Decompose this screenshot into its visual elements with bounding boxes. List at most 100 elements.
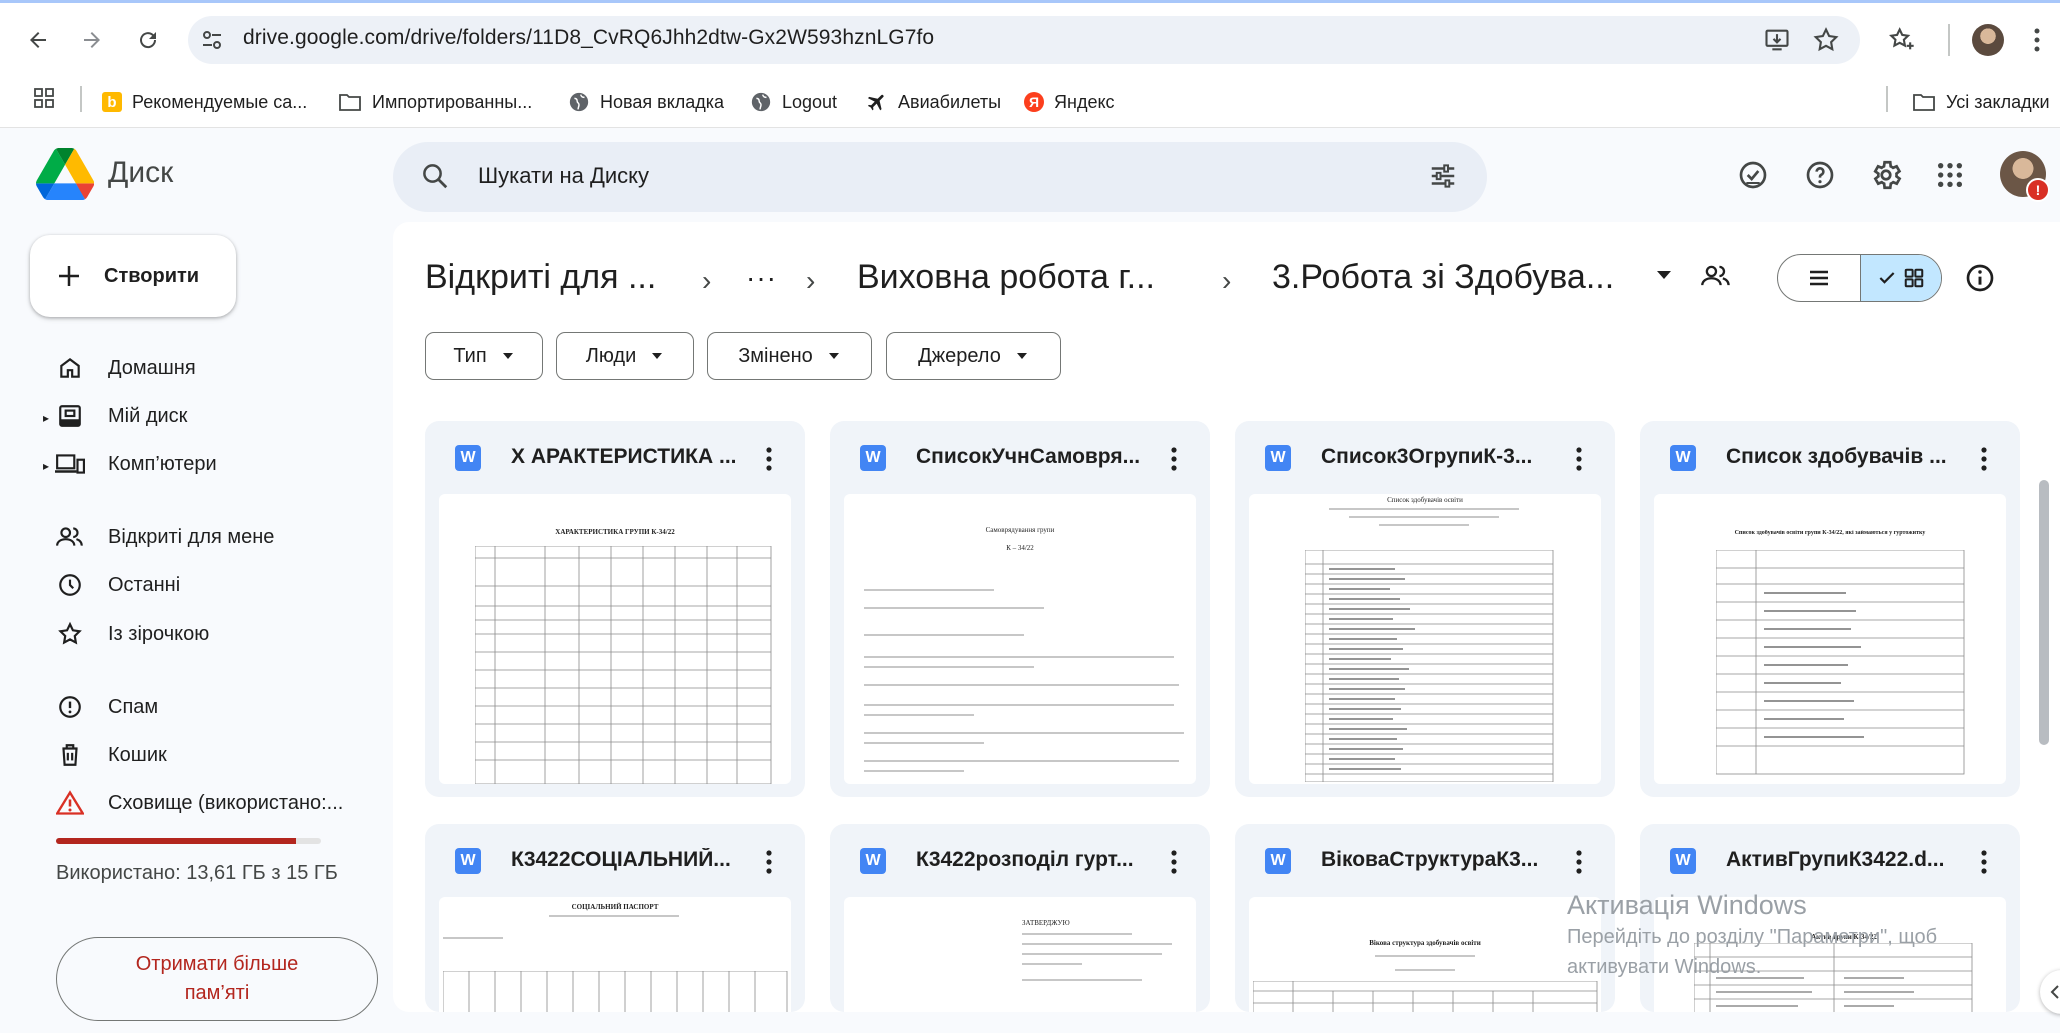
- bookmark-label: Импортированны...: [372, 91, 533, 112]
- folder-menu-arrow-icon[interactable]: [1654, 268, 1674, 282]
- create-label: Створити: [104, 264, 200, 287]
- more-options-icon[interactable]: [1968, 441, 2000, 477]
- star-icon: [40, 621, 100, 647]
- preview-line: [864, 607, 1044, 609]
- file-card[interactable]: W Список3ОгрупиК-3... Список здобувачів …: [1235, 421, 1615, 797]
- preview-line: [864, 704, 1174, 706]
- breadcrumb-item[interactable]: Відкриті для ...: [425, 258, 656, 297]
- bookmark-item[interactable]: Logout: [750, 83, 837, 121]
- sidebar-label: Спам: [108, 695, 159, 718]
- preview-line: [864, 760, 1179, 762]
- arrow-right-icon: [84, 32, 100, 48]
- toolbar-divider: [1948, 24, 1950, 56]
- breadcrumb-item[interactable]: Виховна робота г...: [857, 258, 1155, 297]
- get-more-storage-button[interactable]: Отримати більше пам’яті: [56, 937, 378, 1021]
- bookmark-item[interactable]: b Рекомендуемые са...: [102, 83, 307, 121]
- filter-source-chip[interactable]: Джерело: [886, 332, 1061, 380]
- storage-progress-bar: [56, 838, 321, 844]
- preview-heading: Список здобувачів освіти групи К-34/22, …: [1734, 530, 1926, 536]
- apps-grid-icon[interactable]: [32, 86, 56, 110]
- search-options-icon[interactable]: [1428, 161, 1458, 191]
- preview-line: [1022, 953, 1162, 955]
- dropdown-arrow-icon: [828, 353, 839, 359]
- sidebar-item-starred[interactable]: Із зірочкою: [40, 611, 380, 657]
- more-options-icon[interactable]: [753, 844, 785, 880]
- preview-line: [1329, 508, 1519, 510]
- file-preview: СОЦІАЛЬНИЙ ПАСПОРТ: [439, 897, 791, 1012]
- preview-line: [1375, 955, 1475, 957]
- folder-shared-icon[interactable]: [1700, 262, 1732, 290]
- breadcrumb-current-folder[interactable]: 3.Робота зі Здобува...: [1272, 258, 1614, 297]
- help-icon[interactable]: [1796, 151, 1844, 199]
- more-options-icon[interactable]: [1563, 844, 1595, 880]
- breadcrumb-more[interactable]: ···: [746, 262, 777, 294]
- bookmark-star-icon[interactable]: [1812, 26, 1840, 54]
- preview-line: [1022, 963, 1082, 965]
- file-card[interactable]: W ВіковаСтруктураК3... Вікова структура …: [1235, 824, 1615, 1012]
- site-info-icon[interactable]: [200, 28, 224, 52]
- sidebar-item-spam[interactable]: Спам: [40, 684, 380, 730]
- preview-table: [1253, 981, 1598, 1012]
- file-card[interactable]: W К3422розподіл гурт... ЗАТВЕРДЖУЮ: [830, 824, 1210, 1012]
- file-card[interactable]: W СписокУчнСамовря... Самоврядування гру…: [830, 421, 1210, 797]
- sidebar-item-storage[interactable]: Сховище (використано:...: [40, 780, 380, 826]
- search-input[interactable]: Шукати на Диску: [478, 163, 649, 189]
- sidebar-item-home[interactable]: Домашня: [40, 345, 380, 391]
- bookmark-label: Рекомендуемые са...: [132, 91, 308, 112]
- filter-type-chip[interactable]: Тип: [425, 332, 543, 380]
- drive-logo-icon[interactable]: [36, 148, 94, 200]
- filter-modified-chip[interactable]: Змінено: [707, 332, 872, 380]
- filter-people-chip[interactable]: Люди: [556, 332, 694, 380]
- browser-menu-icon[interactable]: [2032, 26, 2042, 54]
- preview-line: [864, 742, 984, 744]
- preview-line: [864, 589, 994, 591]
- bookmark-item[interactable]: Авиабилеты: [866, 83, 1001, 121]
- file-name: ВіковаСтруктураК3...: [1321, 848, 1539, 871]
- more-options-icon[interactable]: [1968, 844, 2000, 880]
- file-name: Список3ОгрупиК-3...: [1321, 445, 1533, 468]
- reload-button[interactable]: [128, 20, 168, 60]
- details-info-icon[interactable]: [1964, 262, 1996, 294]
- word-doc-icon: W: [455, 848, 481, 874]
- create-button[interactable]: Створити: [30, 235, 236, 317]
- view-toggle[interactable]: [1777, 254, 1942, 302]
- bookmarks-manager-icon[interactable]: [1888, 26, 1916, 54]
- scrollbar-thumb[interactable]: [2039, 480, 2049, 745]
- forward-button[interactable]: [72, 20, 112, 60]
- all-bookmarks-label: Усі закладки: [1946, 91, 2050, 112]
- file-card[interactable]: W К3422СОЦІАЛЬНИЙ... СОЦІАЛЬНИЙ ПАСПОРТ: [425, 824, 805, 1012]
- bookmark-item[interactable]: Новая вкладка: [568, 83, 724, 121]
- filter-label: Змінено: [738, 344, 813, 367]
- sidebar-item-computers[interactable]: Комп’ютери: [40, 441, 380, 487]
- bookmark-item[interactable]: Я Яндекс: [1024, 83, 1115, 121]
- more-options-icon[interactable]: [753, 441, 785, 477]
- preview-table: [1305, 550, 1554, 782]
- preview-line: [864, 656, 1174, 658]
- back-button[interactable]: [18, 20, 58, 60]
- windows-activation-watermark: Активація Windows Перейдіть до розділу "…: [1567, 888, 2037, 982]
- google-apps-icon[interactable]: [1926, 151, 1974, 199]
- file-card[interactable]: W Х АРАКТЕРИСТИКА ... ХАРАКТЕРИСТИКА ГРУ…: [425, 421, 805, 797]
- grid-view-button[interactable]: [1860, 255, 1941, 301]
- word-doc-icon: W: [860, 848, 886, 874]
- all-bookmarks-button[interactable]: Усі закладки: [1912, 83, 2050, 121]
- bookmark-item[interactable]: Импортированны...: [338, 83, 532, 121]
- install-app-icon[interactable]: [1763, 26, 1791, 54]
- search-icon[interactable]: [420, 161, 450, 191]
- sidebar-item-trash[interactable]: Кошик: [40, 732, 380, 778]
- profile-avatar[interactable]: [1972, 24, 2004, 56]
- chevron-right-icon: ›: [806, 265, 816, 296]
- file-card[interactable]: W Список здобувачів ... Список здобувачі…: [1640, 421, 2020, 797]
- offline-ready-icon[interactable]: [1729, 151, 1777, 199]
- more-options-icon[interactable]: [1158, 844, 1190, 880]
- sidebar-item-shared-with-me[interactable]: Відкриті для мене: [40, 514, 380, 560]
- app-title[interactable]: Диск: [108, 156, 173, 190]
- more-options-icon[interactable]: [1563, 441, 1595, 477]
- sidebar-item-recent[interactable]: Останні: [40, 562, 380, 608]
- url-text[interactable]: drive.google.com/drive/folders/11D8_CvRQ…: [243, 26, 934, 50]
- file-name: К3422розподіл гурт...: [916, 848, 1134, 871]
- more-options-icon[interactable]: [1158, 441, 1190, 477]
- settings-gear-icon[interactable]: [1862, 151, 1910, 199]
- list-view-button[interactable]: [1778, 255, 1860, 301]
- sidebar-item-my-drive[interactable]: Мій диск: [40, 393, 380, 439]
